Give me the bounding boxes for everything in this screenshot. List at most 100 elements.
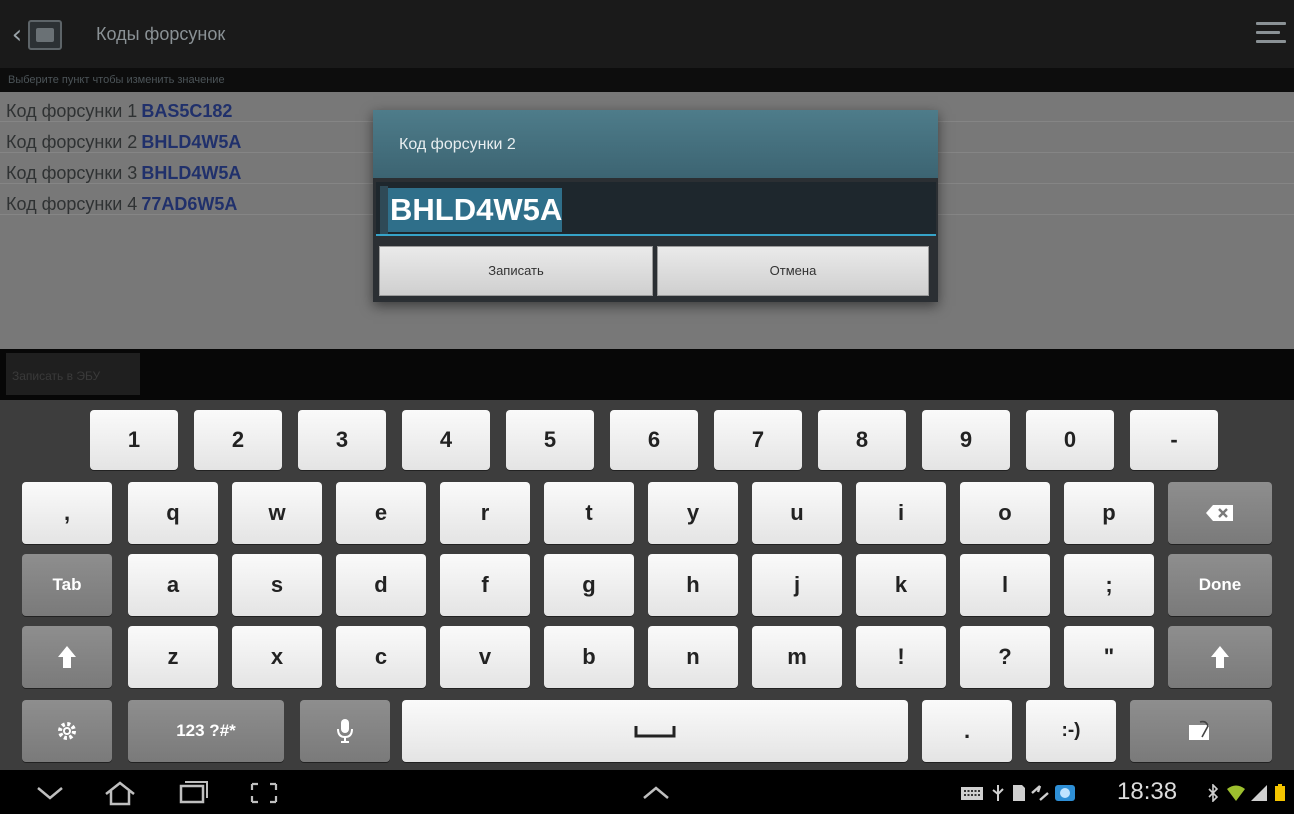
screenshot-icon[interactable]	[244, 780, 284, 806]
list-item-value: BAS5C182	[141, 101, 233, 121]
key[interactable]: 7	[714, 410, 802, 470]
key[interactable]: u	[752, 482, 842, 544]
key[interactable]: !	[856, 626, 946, 688]
clipboard-icon	[1189, 720, 1209, 740]
key[interactable]: b	[544, 626, 634, 688]
key[interactable]: e	[336, 482, 426, 544]
hint-text: Выберите пункт чтобы изменить значение	[0, 68, 1294, 92]
clipboard-key[interactable]	[1130, 700, 1272, 762]
key[interactable]: w	[232, 482, 322, 544]
key[interactable]: ;	[1064, 554, 1154, 616]
key[interactable]: 0	[1026, 410, 1114, 470]
microphone-icon	[337, 719, 353, 743]
key[interactable]: 9	[922, 410, 1010, 470]
key[interactable]: z	[128, 626, 218, 688]
smiley-key[interactable]: :-)	[1026, 700, 1116, 762]
key[interactable]: v	[440, 626, 530, 688]
key[interactable]: 2	[194, 410, 282, 470]
input-value: BHLD4W5A	[388, 188, 563, 232]
action-bar: ‹ Коды форсунок	[0, 0, 1294, 68]
key[interactable]: r	[440, 482, 530, 544]
key[interactable]: "	[1064, 626, 1154, 688]
home-icon[interactable]	[100, 780, 140, 806]
shift-key[interactable]	[22, 626, 112, 688]
key[interactable]: n	[648, 626, 738, 688]
shift-arrow-icon	[1211, 646, 1229, 668]
voice-input-key[interactable]	[300, 700, 390, 762]
keyboard-icon	[961, 787, 983, 800]
list-item-label: Код форсунки 2	[6, 132, 138, 152]
key[interactable]: t	[544, 482, 634, 544]
done-key[interactable]: Done	[1168, 554, 1272, 616]
key[interactable]: a	[128, 554, 218, 616]
key[interactable]: s	[232, 554, 322, 616]
key[interactable]: c	[336, 626, 426, 688]
app-title: Коды форсунок	[96, 24, 226, 44]
bluetooth-icon	[1208, 784, 1219, 802]
key[interactable]: k	[856, 554, 946, 616]
key[interactable]: p	[1064, 482, 1154, 544]
key[interactable]: j	[752, 554, 842, 616]
wifi-icon	[1227, 785, 1245, 801]
list-item-label: Код форсунки 3	[6, 163, 138, 183]
key[interactable]: ,	[22, 482, 112, 544]
key[interactable]: 6	[610, 410, 698, 470]
backspace-icon	[1206, 505, 1233, 521]
edit-dialog: Код форсунки 2 BHLD4W5A Записать Отмена	[373, 110, 938, 302]
app-notification-icon	[1055, 785, 1075, 801]
shift-key-right[interactable]	[1168, 626, 1272, 688]
key[interactable]: f	[440, 554, 530, 616]
injector-code-input[interactable]: BHLD4W5A	[376, 182, 936, 236]
system-bar: 18:38	[0, 770, 1294, 814]
key[interactable]: d	[336, 554, 426, 616]
signal-icon	[1251, 785, 1267, 801]
gear-icon	[58, 722, 76, 740]
key[interactable]: 4	[402, 410, 490, 470]
app-icon	[28, 20, 62, 50]
back-button[interactable]: ‹	[6, 18, 92, 52]
write-bar: Записать в ЭБУ	[0, 349, 1294, 400]
dialog-header: Код форсунки 2	[373, 110, 938, 178]
list-item-value: BHLD4W5A	[141, 132, 242, 152]
tab-key[interactable]: Tab	[22, 554, 112, 616]
key[interactable]: y	[648, 482, 738, 544]
key[interactable]: h	[648, 554, 738, 616]
key[interactable]: 1	[90, 410, 178, 470]
menu-icon[interactable]	[1256, 22, 1286, 50]
text-cursor	[380, 186, 388, 234]
dialog-title: Код форсунки 2	[399, 136, 516, 153]
list-item-label: Код форсунки 1	[6, 101, 138, 121]
key[interactable]: ?	[960, 626, 1050, 688]
backspace-key[interactable]	[1168, 482, 1272, 544]
space-key[interactable]	[402, 700, 908, 762]
list-item-label: Код форсунки 4	[6, 194, 138, 214]
key[interactable]: q	[128, 482, 218, 544]
battery-icon	[1275, 784, 1285, 801]
chevron-up-icon[interactable]	[636, 780, 676, 806]
key[interactable]: .	[922, 700, 1012, 762]
cancel-button[interactable]: Отмена	[657, 246, 929, 296]
space-bar-icon	[634, 726, 676, 738]
on-screen-keyboard: 1 2 3 4 5 6 7 8 9 0 - , q w e r t y u i …	[0, 400, 1294, 770]
list-item-value: 77AD6W5A	[141, 194, 238, 214]
write-ecu-button[interactable]: Записать в ЭБУ	[6, 353, 140, 395]
sd-card-icon	[1013, 785, 1025, 801]
key[interactable]: 8	[818, 410, 906, 470]
usb-icon	[992, 785, 1004, 801]
key[interactable]: i	[856, 482, 946, 544]
settings-key[interactable]	[22, 700, 112, 762]
key[interactable]: 3	[298, 410, 386, 470]
key[interactable]: g	[544, 554, 634, 616]
key[interactable]: l	[960, 554, 1050, 616]
key[interactable]: o	[960, 482, 1050, 544]
recent-apps-icon[interactable]	[172, 780, 212, 806]
key[interactable]: x	[232, 626, 322, 688]
save-button[interactable]: Записать	[379, 246, 653, 296]
key[interactable]: -	[1130, 410, 1218, 470]
symbols-key[interactable]: 123 ?#*	[128, 700, 284, 762]
shift-arrow-icon	[58, 646, 76, 668]
hide-keyboard-icon[interactable]	[30, 780, 70, 806]
chevron-left-icon: ‹	[11, 20, 23, 50]
key[interactable]: 5	[506, 410, 594, 470]
key[interactable]: m	[752, 626, 842, 688]
